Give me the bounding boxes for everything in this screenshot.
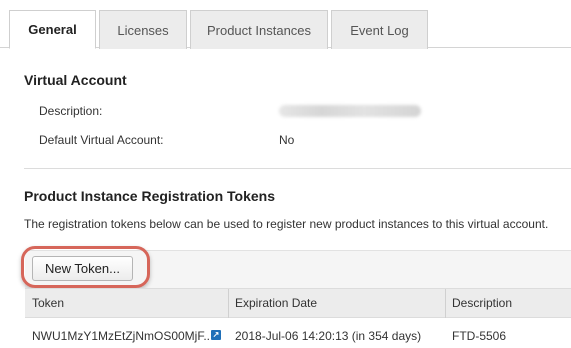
column-header-token[interactable]: Token bbox=[32, 296, 64, 310]
new-token-button[interactable]: New Token... bbox=[32, 256, 133, 281]
description-value: FTD-5506 bbox=[452, 329, 507, 343]
tokens-heading: Product Instance Registration Tokens bbox=[24, 188, 276, 204]
token-value[interactable]: NWU1MzY1MzEtZjNmOS00MjF.. bbox=[32, 329, 210, 343]
tab-bar: General Licenses Product Instances Event… bbox=[0, 0, 571, 49]
tab-general-label: General bbox=[28, 22, 77, 37]
tab-general[interactable]: General bbox=[9, 10, 96, 49]
description-value-redacted bbox=[279, 105, 421, 117]
column-header-description[interactable]: Description bbox=[452, 296, 512, 310]
tab-event-log[interactable]: Event Log bbox=[331, 10, 428, 49]
tab-product-instances[interactable]: Product Instances bbox=[190, 10, 328, 49]
tab-licenses-label: Licenses bbox=[117, 22, 169, 38]
virtual-account-heading: Virtual Account bbox=[24, 72, 127, 88]
expiration-value: 2018-Jul-06 14:20:13 (in 354 days) bbox=[235, 329, 422, 343]
tab-licenses[interactable]: Licenses bbox=[99, 10, 187, 49]
default-account-value: No bbox=[279, 133, 295, 147]
tokens-intro-text: The registration tokens below can be use… bbox=[24, 217, 549, 231]
tab-product-instances-label: Product Instances bbox=[206, 22, 312, 38]
description-label: Description: bbox=[39, 104, 103, 118]
tab-event-log-label: Event Log bbox=[350, 22, 409, 38]
column-header-expiration[interactable]: Expiration Date bbox=[235, 296, 317, 310]
column-separator bbox=[445, 289, 446, 318]
section-divider bbox=[24, 168, 571, 169]
default-account-label: Default Virtual Account: bbox=[39, 133, 164, 147]
external-link-icon[interactable]: ↗ bbox=[211, 330, 221, 340]
column-separator bbox=[228, 289, 229, 318]
